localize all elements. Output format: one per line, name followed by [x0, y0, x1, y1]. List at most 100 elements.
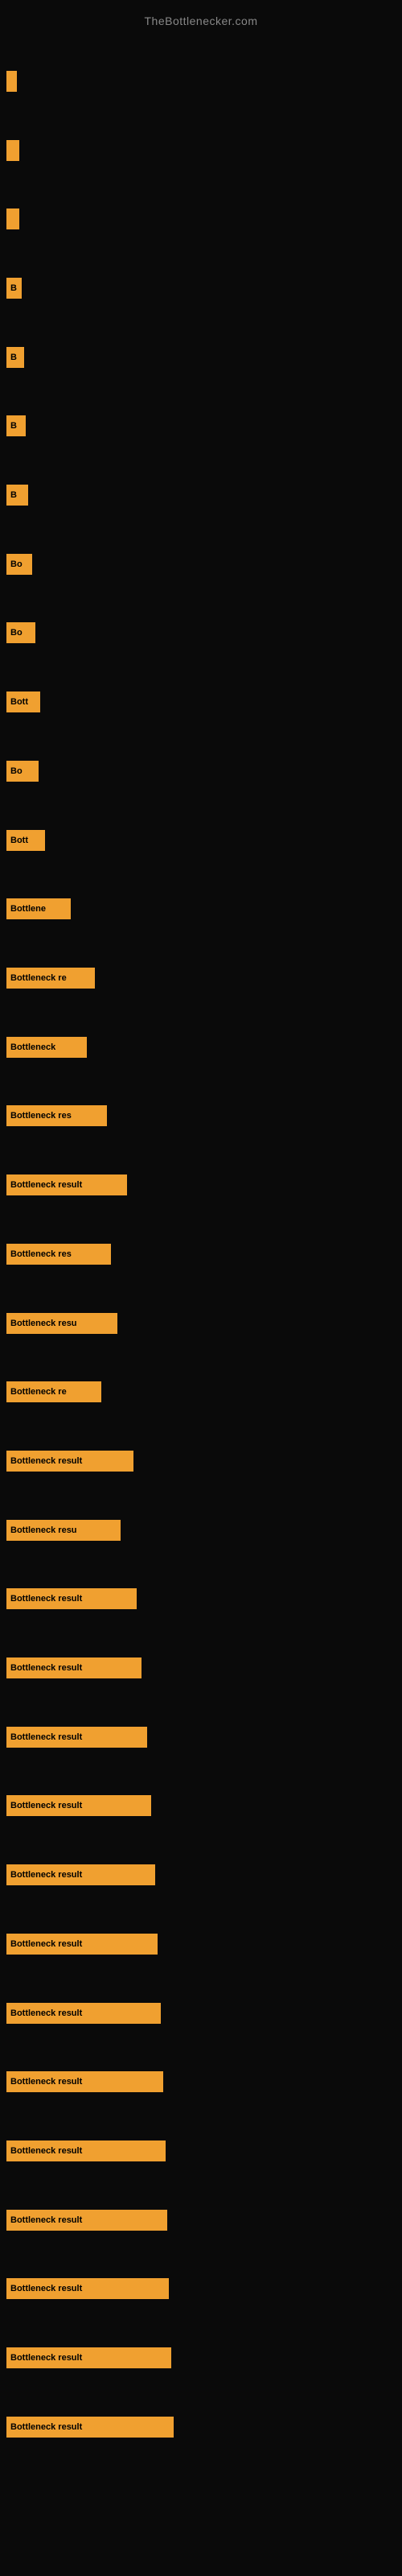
- bar-label-11: Bott: [10, 836, 28, 845]
- bar-fill-11: Bott: [6, 830, 45, 851]
- bar-row-6: B: [6, 460, 396, 530]
- bar-label-34: Bottleneck result: [10, 2422, 82, 2432]
- bar-label-12: Bottlene: [10, 904, 46, 914]
- bar-label-30: Bottleneck result: [10, 2146, 82, 2156]
- bar-row-17: Bottleneck res: [6, 1220, 396, 1289]
- bar-label-25: Bottleneck result: [10, 1801, 82, 1810]
- bar-label-8: Bo: [10, 628, 23, 638]
- bar-fill-3: B: [6, 278, 22, 299]
- bar-fill-31: Bottleneck result: [6, 2210, 167, 2231]
- bar-row-3: B: [6, 254, 396, 323]
- bar-row-16: Bottleneck result: [6, 1150, 396, 1220]
- bar-fill-20: Bottleneck result: [6, 1451, 133, 1472]
- bar-row-15: Bottleneck res: [6, 1082, 396, 1151]
- bar-fill-24: Bottleneck result: [6, 1727, 147, 1748]
- bar-fill-30: Bottleneck result: [6, 2140, 166, 2161]
- bar-row-8: Bo: [6, 599, 396, 668]
- bar-label-20: Bottleneck result: [10, 1456, 82, 1466]
- bar-row-12: Bottlene: [6, 874, 396, 943]
- bar-label-32: Bottleneck result: [10, 2284, 82, 2293]
- bar-fill-7: Bo: [6, 554, 32, 575]
- bar-row-18: Bottleneck resu: [6, 1289, 396, 1358]
- bar-row-19: Bottleneck re: [6, 1357, 396, 1426]
- bar-fill-15: Bottleneck res: [6, 1105, 107, 1126]
- bar-fill-9: Bott: [6, 691, 40, 712]
- bar-row-20: Bottleneck result: [6, 1426, 396, 1496]
- bar-label-33: Bottleneck result: [10, 2353, 82, 2363]
- bar-label-21: Bottleneck resu: [10, 1525, 77, 1535]
- bar-label-24: Bottleneck result: [10, 1732, 82, 1742]
- bar-label-19: Bottleneck re: [10, 1387, 67, 1397]
- bar-row-26: Bottleneck result: [6, 1840, 396, 1909]
- bar-row-24: Bottleneck result: [6, 1703, 396, 1772]
- site-title: TheBottlenecker.com: [0, 8, 402, 31]
- bar-label-16: Bottleneck result: [10, 1180, 82, 1190]
- bar-label-17: Bottleneck res: [10, 1249, 72, 1259]
- bar-fill-2: [6, 208, 19, 229]
- bar-row-14: Bottleneck: [6, 1013, 396, 1082]
- bar-fill-12: Bottlene: [6, 898, 71, 919]
- bar-row-2: [6, 184, 396, 254]
- bar-row-5: B: [6, 392, 396, 461]
- bar-row-11: Bott: [6, 806, 396, 875]
- bar-row-29: Bottleneck result: [6, 2047, 396, 2116]
- bar-row-0: [6, 47, 396, 116]
- bar-fill-16: Bottleneck result: [6, 1174, 127, 1195]
- bar-label-6: B: [10, 490, 17, 500]
- bar-row-32: Bottleneck result: [6, 2255, 396, 2324]
- bar-fill-10: Bo: [6, 761, 39, 782]
- bar-label-26: Bottleneck result: [10, 1870, 82, 1880]
- bar-row-33: Bottleneck result: [6, 2323, 396, 2392]
- bar-fill-1: [6, 140, 19, 161]
- bar-row-34: Bottleneck result: [6, 2392, 396, 2462]
- bar-row-30: Bottleneck result: [6, 2116, 396, 2186]
- bar-fill-19: Bottleneck re: [6, 1381, 101, 1402]
- bar-label-22: Bottleneck result: [10, 1594, 82, 1604]
- bar-row-1: [6, 116, 396, 185]
- bar-label-27: Bottleneck result: [10, 1939, 82, 1949]
- bar-fill-6: B: [6, 485, 28, 506]
- bar-row-25: Bottleneck result: [6, 1772, 396, 1841]
- bar-row-4: B: [6, 323, 396, 392]
- bar-fill-25: Bottleneck result: [6, 1795, 151, 1816]
- bar-label-5: B: [10, 421, 17, 431]
- bar-label-28: Bottleneck result: [10, 2008, 82, 2018]
- bar-fill-29: Bottleneck result: [6, 2071, 163, 2092]
- bar-row-23: Bottleneck result: [6, 1633, 396, 1703]
- bar-row-9: Bott: [6, 667, 396, 737]
- bar-fill-4: B: [6, 347, 24, 368]
- bar-label-31: Bottleneck result: [10, 2215, 82, 2225]
- bar-label-7: Bo: [10, 559, 23, 569]
- bar-label-15: Bottleneck res: [10, 1111, 72, 1121]
- bar-fill-21: Bottleneck resu: [6, 1520, 121, 1541]
- bar-label-9: Bott: [10, 697, 28, 707]
- bar-fill-8: Bo: [6, 622, 35, 643]
- bar-fill-14: Bottleneck: [6, 1037, 87, 1058]
- bar-label-4: B: [10, 353, 17, 362]
- bar-fill-22: Bottleneck result: [6, 1588, 137, 1609]
- bar-fill-13: Bottleneck re: [6, 968, 95, 989]
- bar-label-3: B: [10, 283, 17, 293]
- bar-fill-17: Bottleneck res: [6, 1244, 111, 1265]
- bar-fill-5: B: [6, 415, 26, 436]
- bar-fill-23: Bottleneck result: [6, 1657, 142, 1678]
- bar-fill-27: Bottleneck result: [6, 1934, 158, 1955]
- bar-row-13: Bottleneck re: [6, 943, 396, 1013]
- bar-label-13: Bottleneck re: [10, 973, 67, 983]
- bars-container: B B B B Bo Bo Bott Bo Bott Bottlene Bottleneck re B…: [0, 47, 402, 2462]
- bar-fill-34: Bottleneck result: [6, 2417, 174, 2438]
- bar-fill-28: Bottleneck result: [6, 2003, 161, 2024]
- bar-row-7: Bo: [6, 530, 396, 599]
- bar-row-28: Bottleneck result: [6, 1979, 396, 2048]
- bar-row-22: Bottleneck result: [6, 1564, 396, 1633]
- bar-row-31: Bottleneck result: [6, 2186, 396, 2255]
- bar-fill-26: Bottleneck result: [6, 1864, 155, 1885]
- bar-fill-0: [6, 71, 17, 92]
- bar-label-23: Bottleneck result: [10, 1663, 82, 1673]
- bar-row-21: Bottleneck resu: [6, 1496, 396, 1565]
- bar-label-29: Bottleneck result: [10, 2077, 82, 2087]
- bar-fill-33: Bottleneck result: [6, 2347, 171, 2368]
- bar-fill-32: Bottleneck result: [6, 2278, 169, 2299]
- page-wrapper: TheBottlenecker.com B B B B Bo Bo Bott Bo Bott Bo…: [0, 0, 402, 2576]
- bar-row-27: Bottleneck result: [6, 1909, 396, 1979]
